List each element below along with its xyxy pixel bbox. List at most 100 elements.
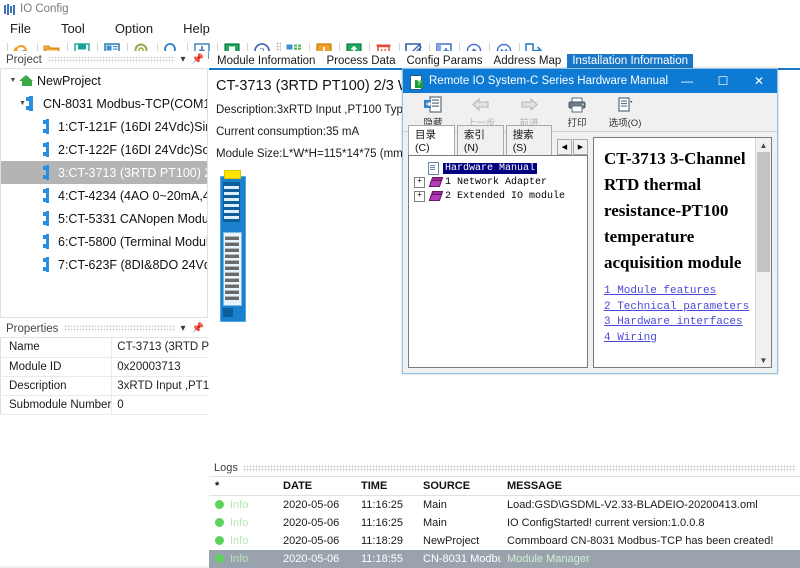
tree-root-label: NewProject (37, 73, 101, 88)
help-link-technical-parameters[interactable]: 2 Technical parameters (604, 300, 750, 316)
logs-col-level[interactable]: * (209, 476, 277, 496)
expand-plus-icon[interactable]: + (414, 190, 425, 202)
menu-tool[interactable]: Tool (59, 20, 87, 37)
back-arrow-icon (471, 96, 491, 114)
property-row[interactable]: Submodule Number 0 (0, 395, 241, 415)
scroll-up-icon[interactable]: ▲ (756, 138, 771, 152)
help-titlebar[interactable]: ? Remote IO System-C Series Hardware Man… (403, 69, 777, 93)
help-content-scrollbar[interactable]: ▲ ▼ (755, 138, 771, 367)
properties-panel-pin-icon[interactable]: 📌 (192, 323, 204, 334)
menu-help[interactable]: Help (181, 20, 212, 37)
help-options-label: 选项(O) (608, 117, 642, 129)
expander-icon[interactable]: ▼ (7, 77, 19, 84)
module-photo-bottom-connector (223, 308, 233, 317)
tab-address-map[interactable]: Address Map (489, 54, 567, 68)
tree-item-module-3[interactable]: 3:CT-3713 (3RTD PT100) 2/3 Wire (1, 161, 207, 184)
project-panel-pin-icon[interactable]: 📌 (192, 54, 204, 65)
io-config-window: IO Config File Tool Option Help Project … (0, 0, 800, 568)
tab-installation-information[interactable]: Installation Information (567, 54, 694, 68)
log-source: Main (423, 517, 447, 529)
property-key: Module ID (0, 357, 113, 377)
scrollbar-thumb[interactable] (757, 152, 770, 272)
log-row[interactable]: Info 2020-05-06 11:16:25 Main Load:GSD\G… (209, 496, 800, 515)
tree-item-module-4[interactable]: 4:CT-4234 (4AO 0~20mA,4~20mA) (1, 184, 207, 207)
properties-table: Name CT-3713 (3RTD PT100) Module ID 0x20… (0, 338, 242, 415)
logs-col-message[interactable]: MESSAGE (501, 476, 800, 496)
help-tab-scroll-left-button[interactable]: ◀ (557, 139, 572, 155)
log-date: 2020-05-06 (283, 535, 340, 547)
tree-item-module-5[interactable]: 5:CT-5331 CANopen Module (1, 207, 207, 230)
tab-config-params[interactable]: Config Params (401, 54, 487, 68)
project-tree[interactable]: ▼ NewProject ▼ CN-8031 Modbus-TCP(COM1) … (0, 69, 208, 318)
tree-item-module-6[interactable]: 6:CT-5800 (Terminal Module) (1, 230, 207, 253)
tab-process-data[interactable]: Process Data (321, 54, 400, 68)
menu-option[interactable]: Option (113, 20, 155, 37)
help-tab-contents[interactable]: 目录(C) (408, 125, 455, 155)
help-viewer-window: ? Remote IO System-C Series Hardware Man… (402, 68, 778, 374)
help-link-module-features[interactable]: 1 Module features (604, 284, 750, 300)
log-source: Main (423, 499, 447, 511)
logs-panel: Logs * DATE TIME SOURCE MESSAGE Info 202… (209, 460, 800, 568)
log-row[interactable]: Info 2020-05-06 11:18:29 NewProject Comm… (209, 532, 800, 550)
help-tree-item-root[interactable]: Hardware Manual (414, 161, 587, 175)
expand-plus-icon[interactable]: + (414, 176, 425, 188)
logs-col-time[interactable]: TIME (355, 476, 417, 496)
property-row[interactable]: Module ID 0x20003713 (0, 357, 241, 377)
tab-module-information[interactable]: Module Information (212, 54, 320, 68)
help-contents-tree[interactable]: Hardware Manual + 1 Network Adapter + 2 … (408, 155, 588, 368)
menu-file[interactable]: File (8, 20, 33, 37)
app-grid-icon (4, 3, 15, 15)
help-close-button[interactable]: ✕ (741, 69, 777, 93)
logs-col-source[interactable]: SOURCE (417, 476, 501, 496)
log-date: 2020-05-06 (283, 499, 340, 511)
expander-icon[interactable]: ▼ (19, 100, 26, 107)
logs-table: * DATE TIME SOURCE MESSAGE Info 2020-05-… (209, 476, 800, 568)
module-photo-label-window (223, 182, 240, 222)
help-tab-scroll-right-button[interactable]: ▶ (573, 139, 588, 155)
log-row[interactable]: Info 2020-05-06 11:16:25 Main IO ConfigS… (209, 514, 800, 532)
module-icon (43, 142, 54, 157)
logs-col-date[interactable]: DATE (277, 476, 355, 496)
tree-item-module-1[interactable]: 1:CT-121F (16DI 24Vdc)Sink (1, 115, 207, 138)
scroll-down-icon[interactable]: ▼ (756, 353, 771, 367)
hide-pane-icon (424, 96, 442, 114)
tree-item-module-7[interactable]: 7:CT-623F (8DI&8DO 24Vdc) (1, 253, 207, 276)
help-print-button[interactable]: 打印 (553, 94, 601, 130)
log-message: Load:GSD\GSDML-V2.33-BLADEIO-20200413.om… (507, 499, 758, 511)
menu-bar: File Tool Option Help (0, 18, 800, 39)
log-message: Module Manager (501, 550, 800, 568)
status-dot-icon (215, 536, 224, 545)
help-link-wiring[interactable]: 4 Wiring (604, 331, 750, 347)
help-minimize-button[interactable]: — (669, 69, 705, 93)
help-tab-index[interactable]: 索引(N) (456, 125, 504, 155)
module-photo (220, 170, 246, 322)
help-content: CT-3713 3-Channel RTD thermal resistance… (594, 138, 756, 367)
help-link-hardware-interfaces[interactable]: 3 Hardware interfaces (604, 315, 750, 331)
home-icon (19, 74, 34, 87)
help-content-pane: CT-3713 3-Channel RTD thermal resistance… (593, 137, 772, 368)
property-row[interactable]: Name CT-3713 (3RTD PT100) (0, 338, 241, 358)
log-date: 2020-05-06 (283, 517, 340, 529)
help-tree-item-network-adapter[interactable]: + 1 Network Adapter (414, 175, 587, 189)
properties-panel-header: Properties ▾ 📌 (0, 320, 208, 338)
help-tree-label: 2 Extended IO module (445, 190, 566, 202)
help-navigation-pane: 目录(C) 索引(N) 搜索(S) ◀ ▶ Hardware Manual + (408, 125, 588, 368)
help-tree-item-extended-io[interactable]: + 2 Extended IO module (414, 189, 587, 203)
help-book-icon: ? (410, 74, 423, 90)
log-level: Info (209, 514, 277, 532)
tree-node-device[interactable]: ▼ CN-8031 Modbus-TCP(COM1) (1, 92, 207, 115)
module-icon (43, 119, 54, 134)
module-icon (43, 188, 54, 203)
property-row[interactable]: Description 3xRTD Input ,PT100 T... (0, 376, 241, 396)
tree-node-root[interactable]: ▼ NewProject (1, 69, 207, 92)
project-panel-menu-icon[interactable]: ▾ (181, 54, 186, 65)
help-print-label: 打印 (567, 117, 587, 129)
help-options-button[interactable]: 选项(O) (601, 94, 649, 130)
tree-item-module-2[interactable]: 2:CT-122F (16DI 24Vdc)Source (1, 138, 207, 161)
help-tab-search[interactable]: 搜索(S) (505, 125, 552, 155)
module-label: 5:CT-5331 CANopen Module (58, 211, 208, 226)
log-row[interactable]: Info 2020-05-06 11:18:55 CN-8031 Modbus-… (209, 550, 800, 568)
help-maximize-button[interactable]: ☐ (705, 69, 741, 93)
module-label: 7:CT-623F (8DI&8DO 24Vdc) (58, 257, 208, 272)
properties-panel-menu-icon[interactable]: ▾ (181, 323, 186, 334)
